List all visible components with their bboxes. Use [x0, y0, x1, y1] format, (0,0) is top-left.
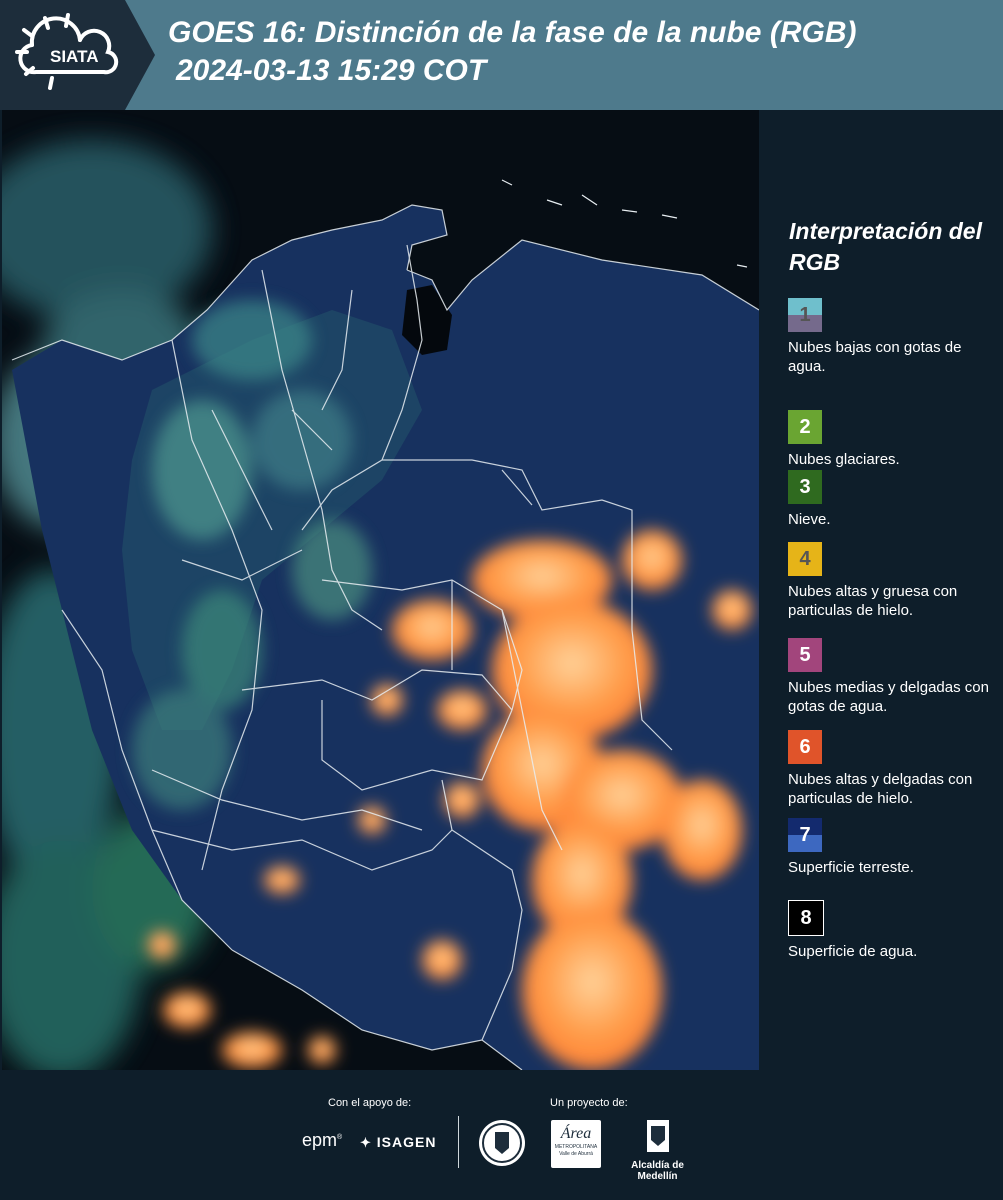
isagen-icon: ✦	[360, 1135, 372, 1150]
legend-number: 6	[799, 735, 811, 758]
alcaldia-logo: Alcaldía de Medellín	[610, 1118, 705, 1182]
satellite-map	[2, 110, 759, 1070]
legend-number: 5	[799, 643, 811, 666]
legend-number: 7	[799, 823, 811, 846]
legend-number: 4	[799, 547, 811, 570]
legend-label: Nubes altas y delgadas con particulas de…	[788, 771, 973, 807]
legend-label: Nubes altas y gruesa con particulas de h…	[788, 583, 958, 619]
legend-number: 1	[799, 303, 811, 326]
legend-number: 8	[800, 906, 812, 929]
legend-swatch: 1	[788, 298, 822, 332]
legend-swatch: 5	[788, 638, 822, 672]
legend-label: Nubes bajas con gotas de agua.	[788, 339, 962, 375]
area-logo-sub2: Valle de Aburrá	[559, 1151, 593, 1157]
legend-swatch: 6	[788, 730, 822, 764]
legend-swatch: 7	[788, 818, 822, 852]
legend-item: 8 Superficie de agua.	[788, 900, 1000, 961]
page-title: GOES 16: Distinción de la fase de la nub…	[168, 14, 856, 90]
footer-divider	[458, 1116, 459, 1168]
isagen-logo-text: ISAGEN	[376, 1134, 437, 1150]
legend-number: 2	[799, 415, 811, 438]
legend-swatch: 2	[788, 410, 822, 444]
legend-swatch: 8	[788, 900, 824, 936]
legend-item: 1 Nubes bajas con gotas de agua.	[788, 298, 1000, 376]
isagen-logo: ✦ ISAGEN	[360, 1134, 436, 1151]
legend-label: Superficie terreste.	[788, 859, 914, 876]
legend-item: 2 Nubes glaciares.	[788, 410, 1000, 469]
legend-label: Nieve.	[788, 511, 831, 528]
epm-logo: epm®	[302, 1130, 343, 1150]
alcaldia-text: Alcaldía de Medellín	[631, 1160, 684, 1182]
university-seal-icon	[477, 1118, 527, 1168]
area-logo-sub: METROPOLITANA	[554, 1144, 598, 1150]
legend-title: Interpretación del RGB	[789, 218, 982, 275]
legend-label: Nubes glaciares.	[788, 451, 900, 468]
legend: Interpretación del RGB 1 Nubes bajas con …	[760, 110, 1003, 1070]
epm-logo-text: epm	[302, 1130, 338, 1150]
footer: Con el apoyo de: Un proyecto de: epm® ✦ …	[0, 1070, 1003, 1200]
legend-number: 3	[799, 475, 811, 498]
header: SIATA GOES 16: Distinción de la fase de …	[0, 0, 1003, 110]
title-timestamp: 2024-03-13 15:29 COT	[176, 54, 487, 87]
legend-swatch: 4	[788, 542, 822, 576]
legend-swatch: 3	[788, 470, 822, 504]
area-logo-word: Área	[560, 1125, 592, 1142]
legend-label: Superficie de agua.	[788, 943, 918, 960]
area-metropolitana-logo: Área METROPOLITANA Valle de Aburrá	[551, 1120, 601, 1168]
siata-logo-text: SIATA	[50, 47, 98, 66]
support-label: Con el apoyo de:	[328, 1097, 412, 1109]
legend-item: 6 Nubes altas y delgadas con particulas d…	[788, 730, 1000, 808]
legend-item: 4 Nubes altas y gruesa con particulas de …	[788, 542, 1000, 620]
siata-logo: SIATA	[0, 0, 160, 110]
legend-item: 7 Superficie terreste.	[788, 818, 1000, 877]
alcaldia-shield-icon	[646, 1120, 669, 1152]
project-label: Un proyecto de:	[550, 1097, 628, 1109]
title-product: GOES 16: Distinción de la fase de la nub…	[168, 16, 857, 49]
legend-item: 5 Nubes medias y delgadas con gotas de ag…	[788, 638, 1000, 716]
legend-label: Nubes medias y delgadas con gotas de agu…	[788, 679, 989, 715]
legend-item: 3 Nieve.	[788, 470, 1000, 529]
